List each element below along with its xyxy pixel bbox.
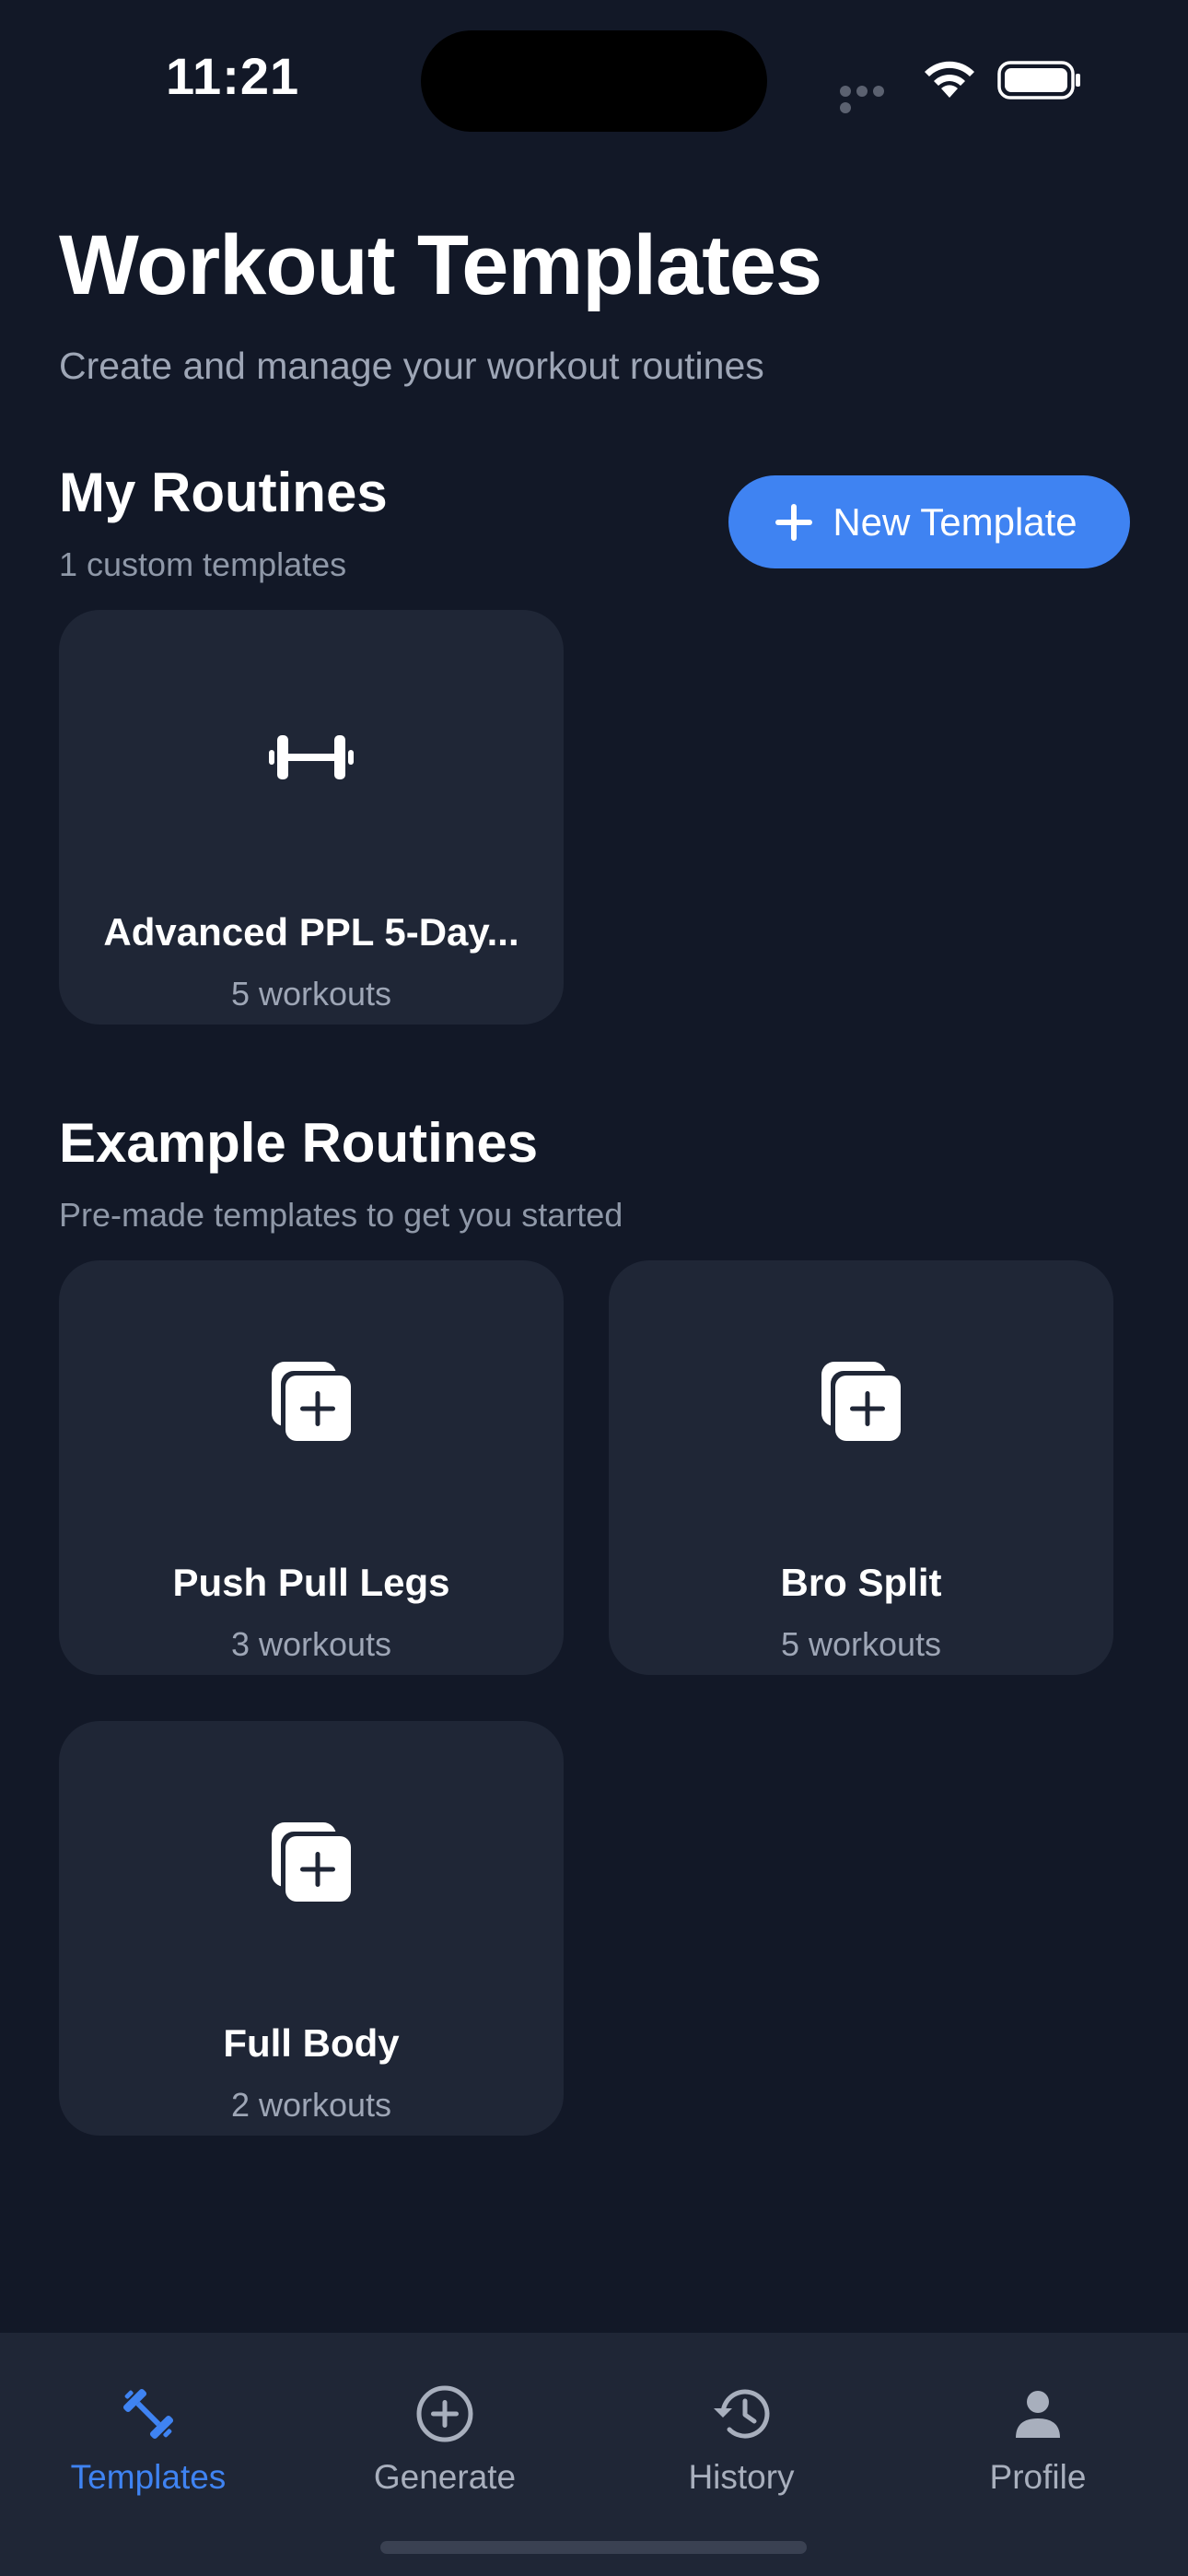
new-template-label: New Template xyxy=(833,499,1077,544)
add-copy-icon xyxy=(272,1822,351,1902)
page-subtitle: Create and manage your workout routines xyxy=(59,345,764,387)
page-title: Workout Templates xyxy=(59,218,822,312)
my-routines-subtitle: 1 custom templates xyxy=(59,545,347,583)
template-card-name: Full Body xyxy=(223,2021,400,2065)
template-card-push-pull-legs[interactable]: Push Pull Legs 3 workouts xyxy=(59,1260,564,1675)
tab-label: Profile xyxy=(989,2458,1087,2496)
add-copy-icon xyxy=(272,1362,351,1441)
add-copy-icon xyxy=(821,1362,901,1441)
template-card-advanced-ppl[interactable]: Advanced PPL 5-Day... 5 workouts xyxy=(59,610,564,1025)
tab-generate[interactable]: Generate xyxy=(297,2383,593,2497)
tab-bar: Templates Generate History Profile xyxy=(0,2333,1188,2576)
tab-label: History xyxy=(688,2458,795,2496)
home-indicator xyxy=(380,2541,807,2554)
template-card-bro-split[interactable]: Bro Split 5 workouts xyxy=(609,1260,1113,1675)
dumbbell-icon xyxy=(122,2388,174,2440)
template-card-full-body[interactable]: Full Body 2 workouts xyxy=(59,1721,564,2136)
history-icon xyxy=(714,2389,770,2439)
tab-profile[interactable]: Profile xyxy=(890,2383,1186,2497)
person-icon xyxy=(1016,2391,1060,2438)
tab-templates[interactable]: Templates xyxy=(0,2383,297,2497)
plus-icon xyxy=(775,503,813,541)
my-routines-title: My Routines xyxy=(59,462,388,523)
template-card-name: Advanced PPL 5-Day... xyxy=(103,910,519,954)
dumbbell-icon xyxy=(269,735,354,779)
tab-label: Templates xyxy=(70,2458,227,2496)
plus-circle-icon xyxy=(416,2385,473,2442)
battery-icon xyxy=(997,61,1080,100)
example-routines-subtitle: Pre-made templates to get you started xyxy=(59,1196,623,1234)
template-card-count: 2 workouts xyxy=(230,2086,392,2124)
template-card-count: 3 workouts xyxy=(230,1625,392,1663)
tab-history[interactable]: History xyxy=(593,2383,890,2497)
example-routines-title: Example Routines xyxy=(59,1112,539,1174)
template-card-count: 5 workouts xyxy=(230,975,392,1013)
tab-label: Generate xyxy=(373,2458,517,2496)
cellular-signal-icon xyxy=(840,85,904,113)
new-template-button[interactable]: New Template xyxy=(728,475,1130,568)
template-card-name: Bro Split xyxy=(780,1561,942,1604)
template-card-name: Push Pull Legs xyxy=(172,1561,450,1604)
wifi-icon xyxy=(925,61,974,98)
template-card-count: 5 workouts xyxy=(780,1625,942,1663)
dynamic-island xyxy=(421,30,767,132)
status-time: 11:21 xyxy=(166,47,300,105)
